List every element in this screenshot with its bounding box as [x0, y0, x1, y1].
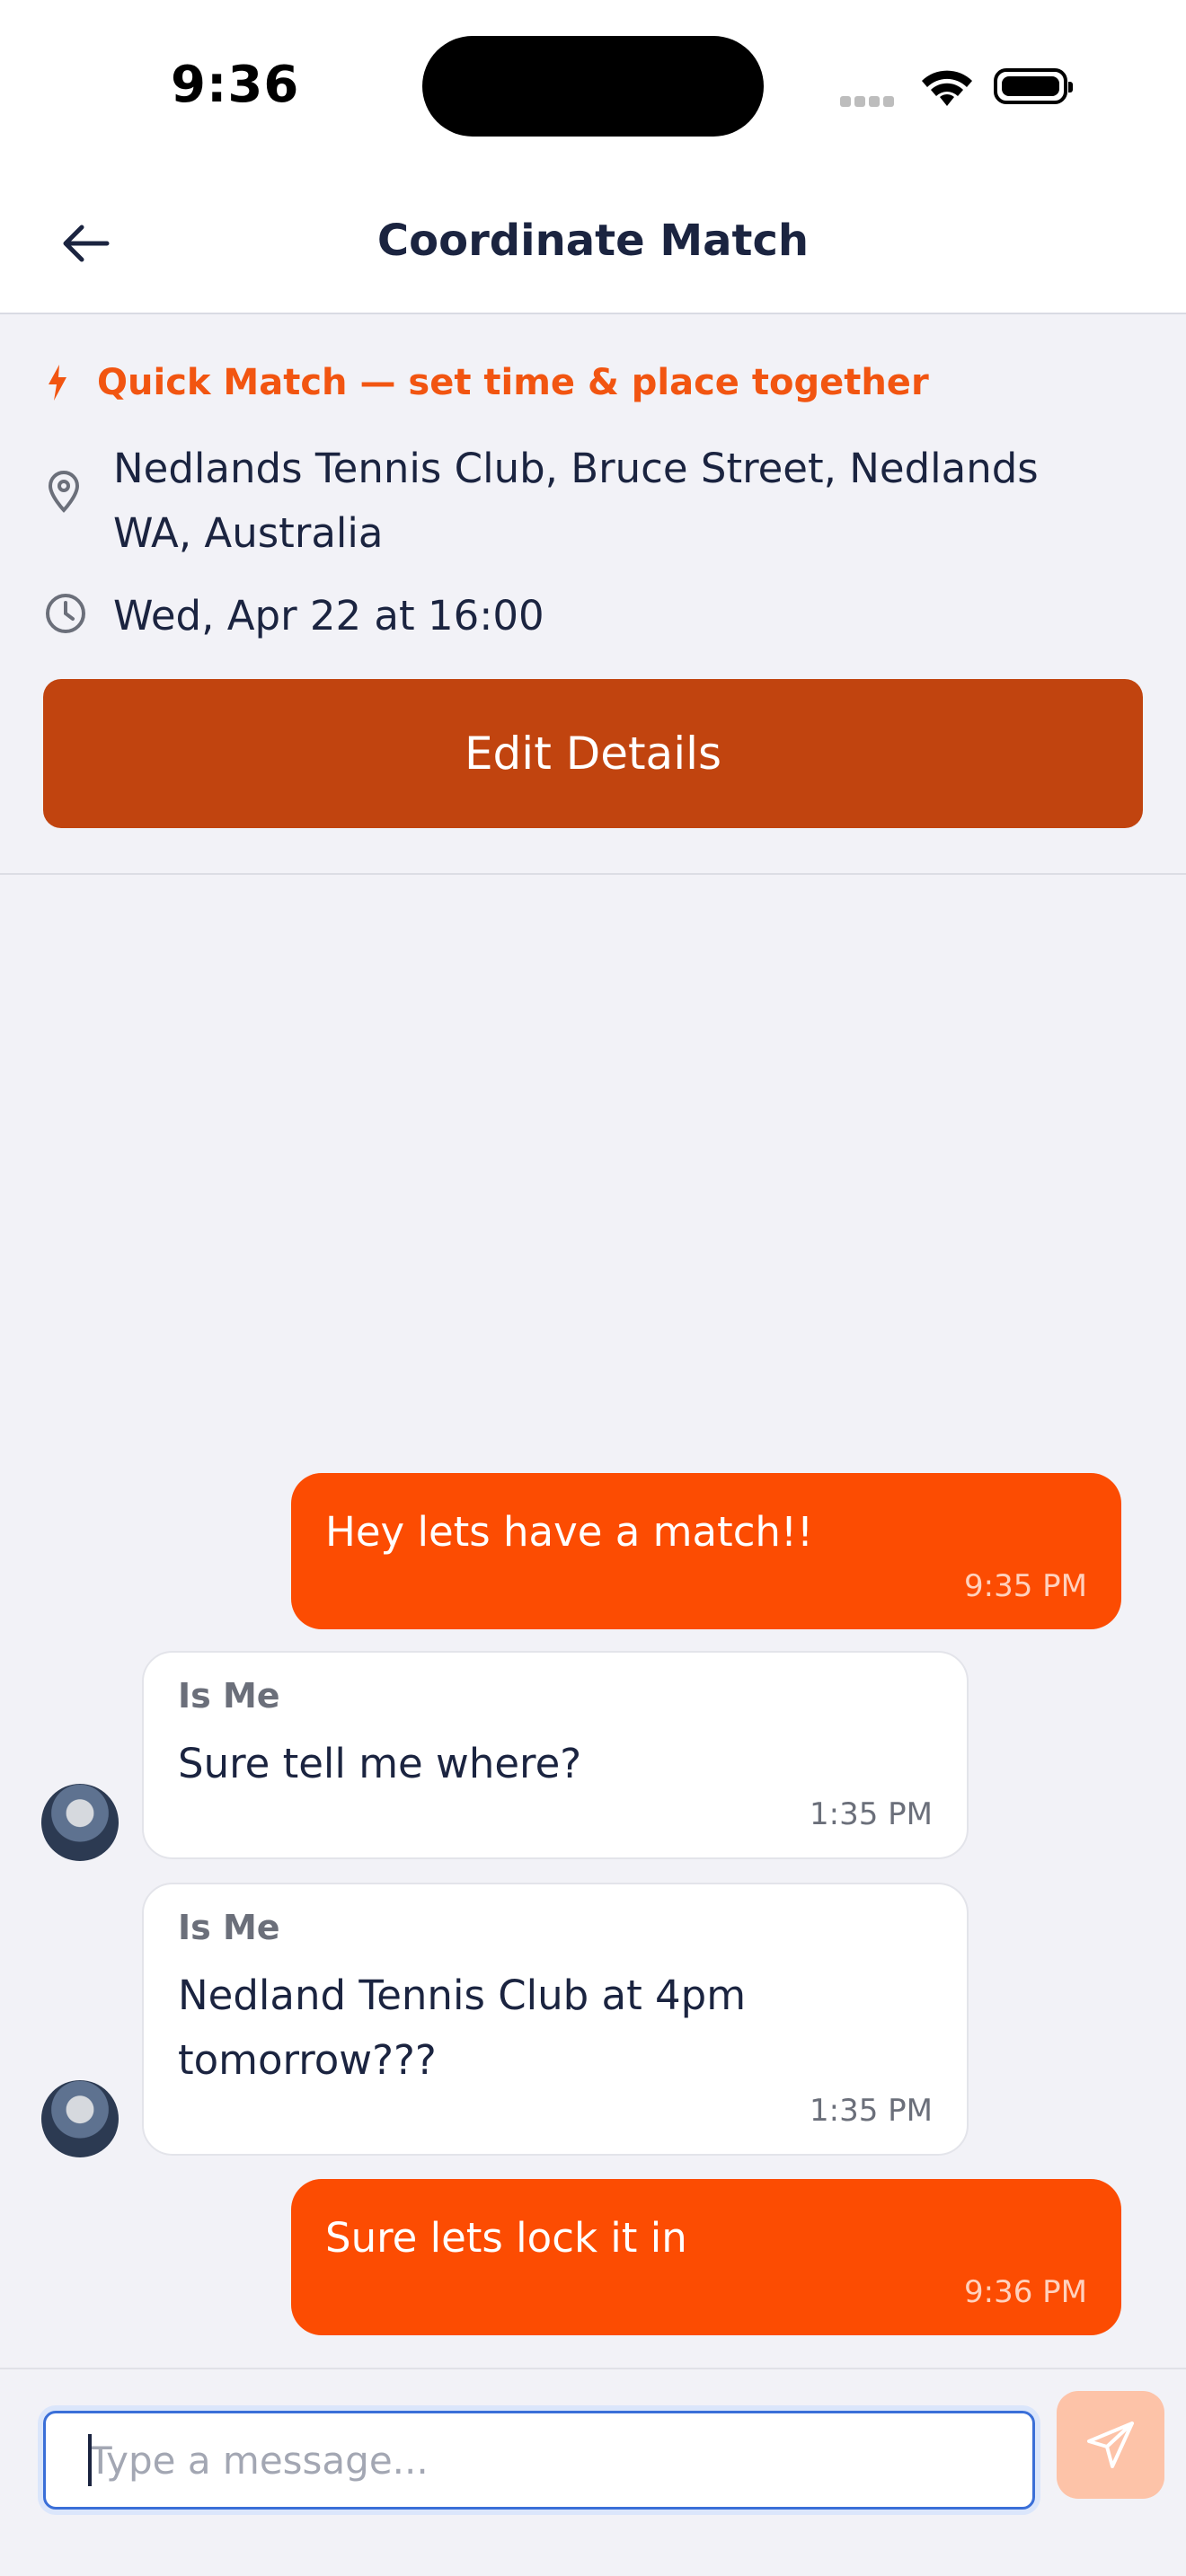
message-time: 9:36 PM [964, 2274, 1087, 2310]
quick-match-banner: Quick Match — set time & place together [45, 357, 929, 408]
message-time: 1:35 PM [810, 2093, 933, 2129]
message-text: Sure tell me where? [178, 1740, 582, 1787]
location-pin-icon [43, 469, 84, 517]
match-datetime: Wed, Apr 22 at 16:00 [113, 592, 544, 640]
message-text: Nedland Tennis Club at 4pm tomorrow??? [178, 1972, 747, 2084]
message-input[interactable] [43, 2411, 1035, 2510]
avatar[interactable] [41, 2080, 119, 2157]
message-bubble-incoming: Is Me Nedland Tennis Club at 4pm tomorro… [142, 1883, 969, 2156]
message-time: 1:35 PM [810, 1796, 933, 1832]
message-time: 9:35 PM [964, 1568, 1087, 1604]
quick-match-label: Quick Match — set time & place together [97, 362, 929, 403]
avatar[interactable] [41, 1784, 119, 1861]
send-icon [1087, 2422, 1134, 2468]
cellular-signal-icon [840, 93, 898, 110]
send-button[interactable] [1057, 2391, 1164, 2499]
message-sender: Is Me [178, 1908, 280, 1947]
clock-icon [43, 591, 88, 640]
text-cursor [88, 2434, 92, 2486]
page-title: Coordinate Match [376, 216, 810, 266]
dynamic-island [422, 36, 764, 137]
edit-details-button[interactable]: Edit Details [43, 679, 1143, 828]
match-location: Nedlands Tennis Club, Bruce Street, Nedl… [113, 445, 1039, 557]
message-bubble-incoming: Is Me Sure tell me where? 1:35 PM [142, 1651, 969, 1859]
message-text: Hey lets have a match!! [325, 1508, 814, 1556]
lightning-icon [49, 365, 66, 401]
message-bubble-outgoing: Sure lets lock it in 9:36 PM [291, 2179, 1121, 2335]
message-text: Sure lets lock it in [325, 2214, 687, 2262]
battery-icon [994, 68, 1073, 104]
status-time: 9:36 [171, 56, 300, 114]
message-bubble-outgoing: Hey lets have a match!! 9:35 PM [291, 1473, 1121, 1629]
wifi-icon [918, 65, 976, 111]
message-sender: Is Me [178, 1676, 280, 1716]
